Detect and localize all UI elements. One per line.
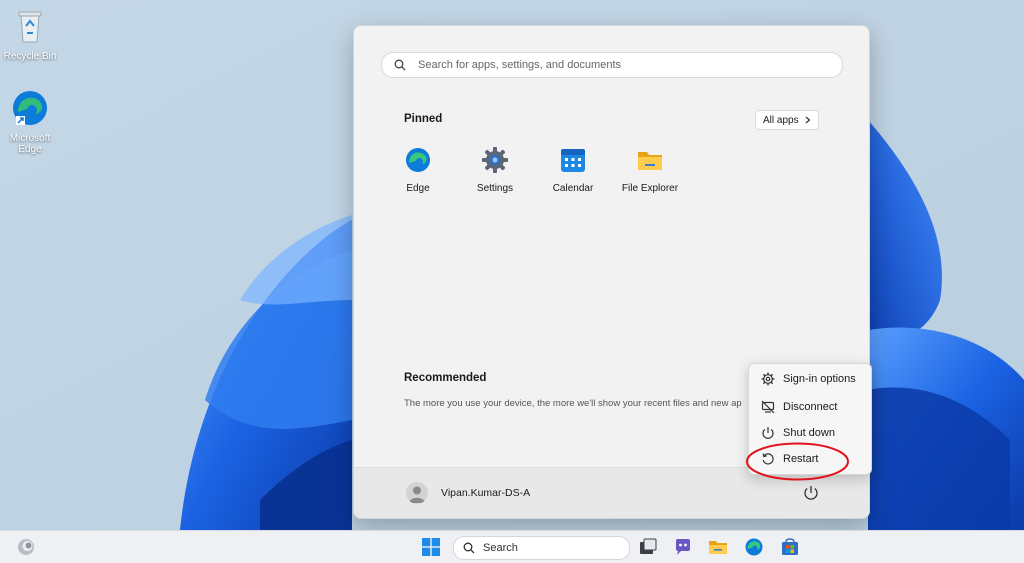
pinned-app-label: File Explorer — [621, 183, 679, 194]
calendar-icon — [561, 149, 585, 172]
restart-icon — [762, 453, 774, 465]
pinned-app-file-explorer[interactable]: File Explorer — [614, 146, 686, 194]
task-view-icon[interactable] — [638, 537, 658, 557]
all-apps-button[interactable]: All apps — [755, 110, 819, 130]
search-icon — [394, 59, 406, 71]
disconnect-icon — [761, 400, 775, 414]
pinned-app-label: Calendar — [552, 183, 594, 194]
power-menu-shut-down[interactable]: Shut down — [749, 420, 871, 446]
edge-icon[interactable] — [744, 537, 764, 557]
chevron-right-icon — [805, 116, 811, 124]
power-icon — [762, 427, 774, 439]
file-explorer-icon[interactable] — [708, 537, 728, 557]
power-menu-label: Disconnect — [783, 401, 838, 413]
avatar[interactable] — [406, 482, 428, 504]
start-search-input[interactable] — [416, 58, 820, 72]
microsoft-store-icon[interactable] — [780, 537, 800, 557]
power-menu-sign-in-options[interactable]: Sign-in options — [749, 366, 871, 392]
pinned-app-label: Settings — [476, 183, 514, 194]
user-name[interactable]: Vipan.Kumar-DS-A — [441, 487, 530, 499]
pinned-app-edge[interactable]: Edge — [382, 146, 454, 194]
desktop-icon-recycle-bin[interactable]: Recycle Bin — [0, 6, 60, 62]
recommended-empty-text: The more you use your device, the more w… — [404, 398, 742, 409]
recycle-bin-icon — [18, 11, 42, 43]
power-menu-label: Restart — [783, 453, 819, 465]
pinned-app-calendar[interactable]: Calendar — [537, 146, 609, 194]
taskbar: Search — [0, 530, 1024, 563]
edge-icon — [406, 148, 430, 172]
user-icon — [409, 486, 425, 503]
start-button-windows-icon[interactable] — [421, 537, 441, 557]
power-menu-label: Shut down — [783, 427, 835, 439]
desktop-icon-microsoft-edge[interactable]: Microsoft Edge — [0, 88, 60, 155]
search-icon — [463, 542, 475, 554]
all-apps-label: All apps — [763, 114, 799, 126]
power-button[interactable] — [802, 484, 820, 502]
pinned-app-label: Edge — [406, 183, 430, 194]
start-search-box[interactable] — [381, 52, 843, 78]
power-menu-disconnect[interactable]: Disconnect — [749, 394, 871, 420]
edge-icon — [13, 91, 47, 125]
pinned-section-title: Pinned — [404, 113, 443, 125]
power-menu-label: Sign-in options — [783, 373, 856, 385]
gear-icon — [482, 147, 508, 173]
desktop-icon-label: Recycle Bin — [3, 51, 57, 62]
taskbar-search-label: Search — [483, 542, 518, 554]
folder-icon — [638, 152, 662, 170]
recommended-section-title: Recommended — [404, 372, 487, 384]
gear-icon — [761, 372, 775, 386]
widgets-icon[interactable] — [16, 537, 36, 557]
teams-chat-icon[interactable] — [673, 537, 693, 557]
desktop-icon-label: Microsoft Edge — [9, 133, 51, 155]
taskbar-search-box[interactable]: Search — [453, 536, 630, 560]
power-menu-restart[interactable]: Restart — [749, 446, 871, 472]
power-menu: Sign-in options Disconnect Shut down Res… — [748, 363, 872, 475]
pinned-app-settings[interactable]: Settings — [459, 146, 531, 194]
